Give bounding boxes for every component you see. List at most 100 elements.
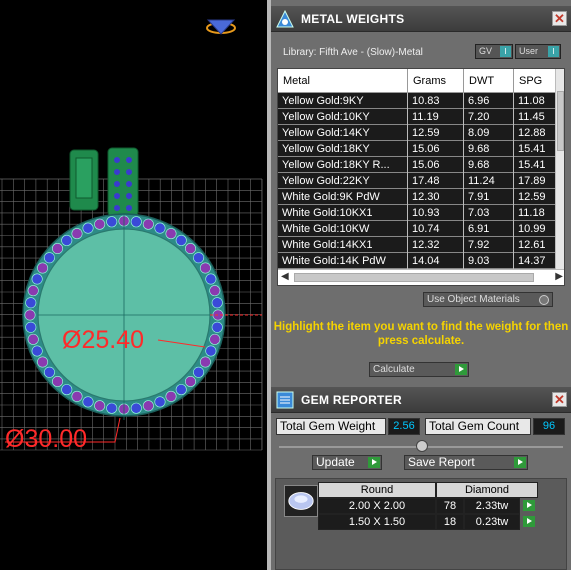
total-gem-weight-label: Total Gem Weight — [276, 418, 386, 435]
total-gem-count-value: 96 — [533, 418, 565, 435]
table-cell: Yellow Gold:22KY — [278, 173, 408, 189]
table-cell: White Gold:10KW — [278, 221, 408, 237]
play-icon[interactable] — [523, 516, 535, 527]
side-panel: METAL WEIGHTS ✕ Library: Fifth Ave - (Sl… — [271, 0, 571, 570]
table-cell: 12.30 — [408, 189, 464, 205]
table-cell: White Gold:14KX1 — [278, 237, 408, 253]
total-gem-count-label: Total Gem Count — [425, 418, 531, 435]
table-cell: 11.24 — [464, 173, 514, 189]
play-icon[interactable] — [523, 500, 535, 511]
table-row[interactable]: White Gold:14KX1 12.32 7.92 12.61 — [278, 237, 558, 253]
table-header: Metal Grams DWT SPG — [278, 69, 558, 93]
use-object-materials-toggle[interactable]: Use Object Materials — [423, 292, 553, 307]
ring-drawing: Ø25.40 Ø30.00 — [0, 19, 263, 453]
table-cell: 12.59 — [408, 125, 464, 141]
gem-weight: 0.23tw — [464, 514, 520, 530]
total-gem-weight-value: 2.56 — [388, 418, 420, 435]
table-row[interactable]: Yellow Gold:14KY 12.59 8.09 12.88 — [278, 125, 558, 141]
close-icon[interactable]: ✕ — [552, 392, 567, 407]
table-cell: 11.19 — [408, 109, 464, 125]
table-cell: 6.96 — [464, 93, 514, 109]
table-cell: 7.20 — [464, 109, 514, 125]
table-cell: 12.59 — [514, 189, 558, 205]
vertical-scrollbar[interactable] — [555, 69, 564, 269]
gem-reporter-header: GEM REPORTER ✕ — [271, 387, 571, 413]
table-cell: 10.74 — [408, 221, 464, 237]
gem-report-icon — [276, 391, 294, 409]
library-label: Library: Fifth Ave - (Slow)-Metal — [283, 47, 423, 58]
table-cell: 9.68 — [464, 157, 514, 173]
col-dwt[interactable]: DWT — [464, 69, 514, 93]
horizontal-scrollbar[interactable]: ◀ ▶ — [278, 269, 564, 285]
gem-shape-header: Round — [318, 482, 436, 498]
radio-icon[interactable] — [539, 295, 549, 305]
gv-toggle-switch[interactable]: I — [500, 46, 511, 57]
play-icon[interactable] — [368, 457, 380, 468]
table-cell: 9.68 — [464, 141, 514, 157]
metal-weights-table[interactable]: Metal Grams DWT SPG Yellow Gold:9KY 10.83… — [277, 68, 565, 286]
col-grams[interactable]: Grams — [408, 69, 464, 93]
update-button[interactable]: Update — [312, 455, 382, 470]
gv-toggle[interactable]: GV I — [475, 44, 513, 59]
table-cell: White Gold:14K PdW — [278, 253, 408, 269]
table-cell: 10.83 — [408, 93, 464, 109]
table-row[interactable]: Yellow Gold:9KY 10.83 6.96 11.08 — [278, 93, 558, 109]
table-row[interactable]: White Gold:9K PdW 12.30 7.91 12.59 — [278, 189, 558, 205]
gem-size: 2.00 X 2.00 — [318, 498, 436, 514]
table-row[interactable]: White Gold:10KW 10.74 6.91 10.99 — [278, 221, 558, 237]
gem-size: 1.50 X 1.50 — [318, 514, 436, 530]
view-cube-icon — [206, 19, 236, 35]
dimension-outer: Ø30.00 — [5, 425, 87, 453]
close-icon[interactable]: ✕ — [552, 11, 567, 26]
table-row[interactable]: Yellow Gold:10KY 11.19 7.20 11.45 — [278, 109, 558, 125]
col-spg[interactable]: SPG — [514, 69, 558, 93]
table-cell: 6.91 — [464, 221, 514, 237]
play-icon[interactable] — [455, 364, 467, 375]
table-cell: 12.61 — [514, 237, 558, 253]
table-cell: Yellow Gold:18KY R... — [278, 157, 408, 173]
table-row[interactable]: Yellow Gold:18KY R... 15.06 9.68 15.41 — [278, 157, 558, 173]
splitter-knob[interactable] — [416, 440, 428, 452]
round-gem-icon — [284, 485, 318, 517]
table-cell: 15.06 — [408, 141, 464, 157]
table-cell: Yellow Gold:9KY — [278, 93, 408, 109]
calculate-button[interactable]: Calculate — [369, 362, 469, 377]
table-row[interactable]: White Gold:14K PdW 14.04 9.03 14.37 — [278, 253, 558, 269]
metal-weights-title: METAL WEIGHTS — [301, 12, 405, 26]
table-cell: 10.93 — [408, 205, 464, 221]
table-cell: 10.99 — [514, 221, 558, 237]
cad-viewport[interactable]: Ø25.40 Ø30.00 — [0, 0, 267, 570]
user-toggle-switch[interactable]: I — [548, 46, 559, 57]
table-cell: White Gold:10KX1 — [278, 205, 408, 221]
table-row[interactable]: White Gold:10KX1 10.93 7.03 11.18 — [278, 205, 558, 221]
table-row[interactable]: Yellow Gold:22KY 17.48 11.24 17.89 — [278, 173, 558, 189]
gem-reporter-title: GEM REPORTER — [301, 393, 402, 407]
table-cell: 7.92 — [464, 237, 514, 253]
gem-count: 18 — [436, 514, 464, 530]
save-report-button[interactable]: Save Report — [404, 455, 528, 470]
scroll-left-icon[interactable]: ◀ — [281, 271, 289, 282]
gem-count: 78 — [436, 498, 464, 514]
table-cell: 17.89 — [514, 173, 558, 189]
user-toggle[interactable]: User I — [515, 44, 561, 59]
table-cell: 7.91 — [464, 189, 514, 205]
table-cell: 12.88 — [514, 125, 558, 141]
table-cell: 15.41 — [514, 141, 558, 157]
table-cell: 9.03 — [464, 253, 514, 269]
scroll-right-icon[interactable]: ▶ — [555, 271, 563, 282]
table-cell: Yellow Gold:18KY — [278, 141, 408, 157]
table-cell: White Gold:9K PdW — [278, 189, 408, 205]
gem-weight: 2.33tw — [464, 498, 520, 514]
col-metal[interactable]: Metal — [278, 69, 408, 93]
instruction-text: Highlight the item you want to find the … — [273, 321, 569, 347]
metal-weight-icon — [276, 9, 294, 28]
table-body: Yellow Gold:9KY 10.83 6.96 11.08 Yellow Gold… — [278, 93, 558, 269]
table-cell: 11.18 — [514, 205, 558, 221]
table-cell: 17.48 — [408, 173, 464, 189]
metal-weights-header: METAL WEIGHTS ✕ — [271, 6, 571, 32]
dimension-inner: Ø25.40 — [62, 326, 144, 354]
table-row[interactable]: Yellow Gold:18KY 15.06 9.68 15.41 — [278, 141, 558, 157]
play-icon[interactable] — [514, 457, 526, 468]
gem-report-area: Round Diamond 2.00 X 2.00 78 2.33tw 1.50 X … — [275, 478, 567, 570]
table-cell: 11.08 — [514, 93, 558, 109]
